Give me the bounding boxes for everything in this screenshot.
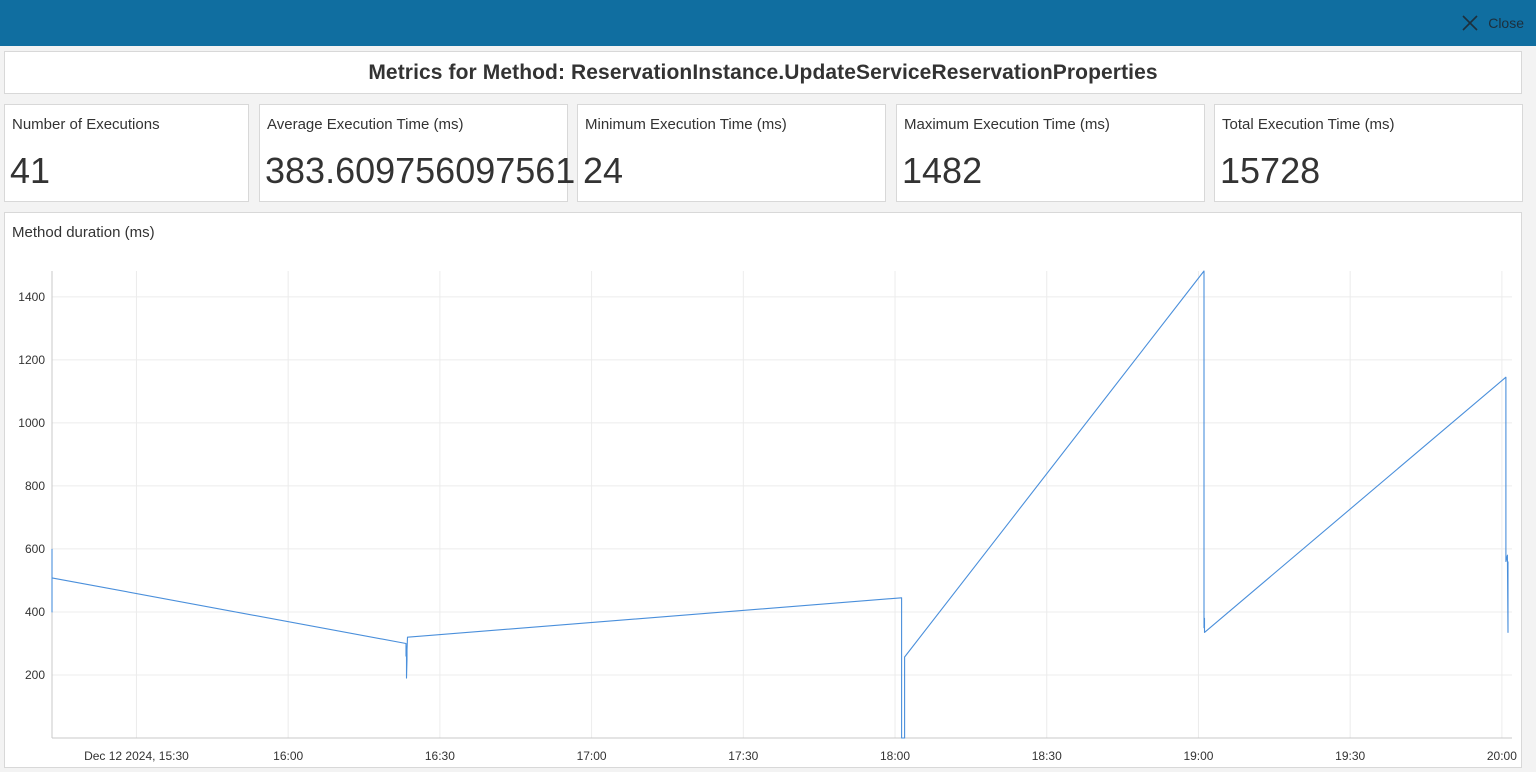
- metric-card-average: Average Execution Time (ms) 383.60975609…: [259, 104, 575, 202]
- x-tick-label: 18:30: [1032, 749, 1062, 763]
- page-title: Metrics for Method: ReservationInstance.…: [368, 60, 1158, 84]
- duration-line-chart: Dec 12 2024, 15:30 16:00 16:30 17:00 17:30 18…: [18, 270, 1517, 763]
- metric-label-executions: Number of Executions: [12, 116, 160, 133]
- series-line: [51, 270, 1509, 739]
- metric-card-executions: Number of Executions 41: [4, 104, 249, 202]
- x-tick-label: 17:00: [577, 749, 607, 763]
- y-tick-label: 1400: [18, 290, 45, 304]
- close-label: Close: [1488, 15, 1524, 31]
- metric-value-average: 383.609756097561: [265, 150, 576, 191]
- y-tick-label: 200: [25, 668, 45, 682]
- x-tick-label: Dec 12 2024, 15:30: [84, 749, 189, 763]
- metric-card-minimum: Minimum Execution Time (ms) 24: [577, 104, 886, 202]
- top-bar: Close: [0, 0, 1536, 46]
- x-tick-label: 19:30: [1335, 749, 1365, 763]
- x-tick-label: 19:00: [1183, 749, 1213, 763]
- metric-value-total: 15728: [1220, 150, 1321, 191]
- metric-card-total: Total Execution Time (ms) 15728: [1214, 104, 1523, 202]
- metric-value-minimum: 24: [583, 150, 624, 191]
- metric-label-total: Total Execution Time (ms): [1222, 116, 1395, 133]
- page-title-panel: Metrics for Method: ReservationInstance.…: [4, 51, 1522, 94]
- metric-label-maximum: Maximum Execution Time (ms): [904, 116, 1110, 133]
- metric-label-minimum: Minimum Execution Time (ms): [585, 116, 787, 133]
- x-tick-label: 16:00: [273, 749, 303, 763]
- y-tick-label: 400: [25, 605, 45, 619]
- metric-value-maximum: 1482: [902, 150, 983, 191]
- x-tick-label: 16:30: [425, 749, 455, 763]
- chart-panel: Method duration (ms) Dec 12 2024, 15:30 1…: [4, 212, 1522, 768]
- y-tick-label: 600: [25, 542, 45, 556]
- y-tick-label: 1000: [18, 416, 45, 430]
- x-tick-label: 17:30: [728, 749, 758, 763]
- close-icon: [1462, 15, 1478, 31]
- close-button[interactable]: Close: [1460, 12, 1524, 34]
- metric-card-maximum: Maximum Execution Time (ms) 1482: [896, 104, 1205, 202]
- x-tick-label: 20:00: [1487, 749, 1517, 763]
- y-tick-label: 800: [25, 479, 45, 493]
- metric-label-average: Average Execution Time (ms): [267, 116, 464, 133]
- x-tick-label: 18:00: [880, 749, 910, 763]
- y-tick-label: 1200: [18, 353, 45, 367]
- metric-value-executions: 41: [10, 150, 51, 191]
